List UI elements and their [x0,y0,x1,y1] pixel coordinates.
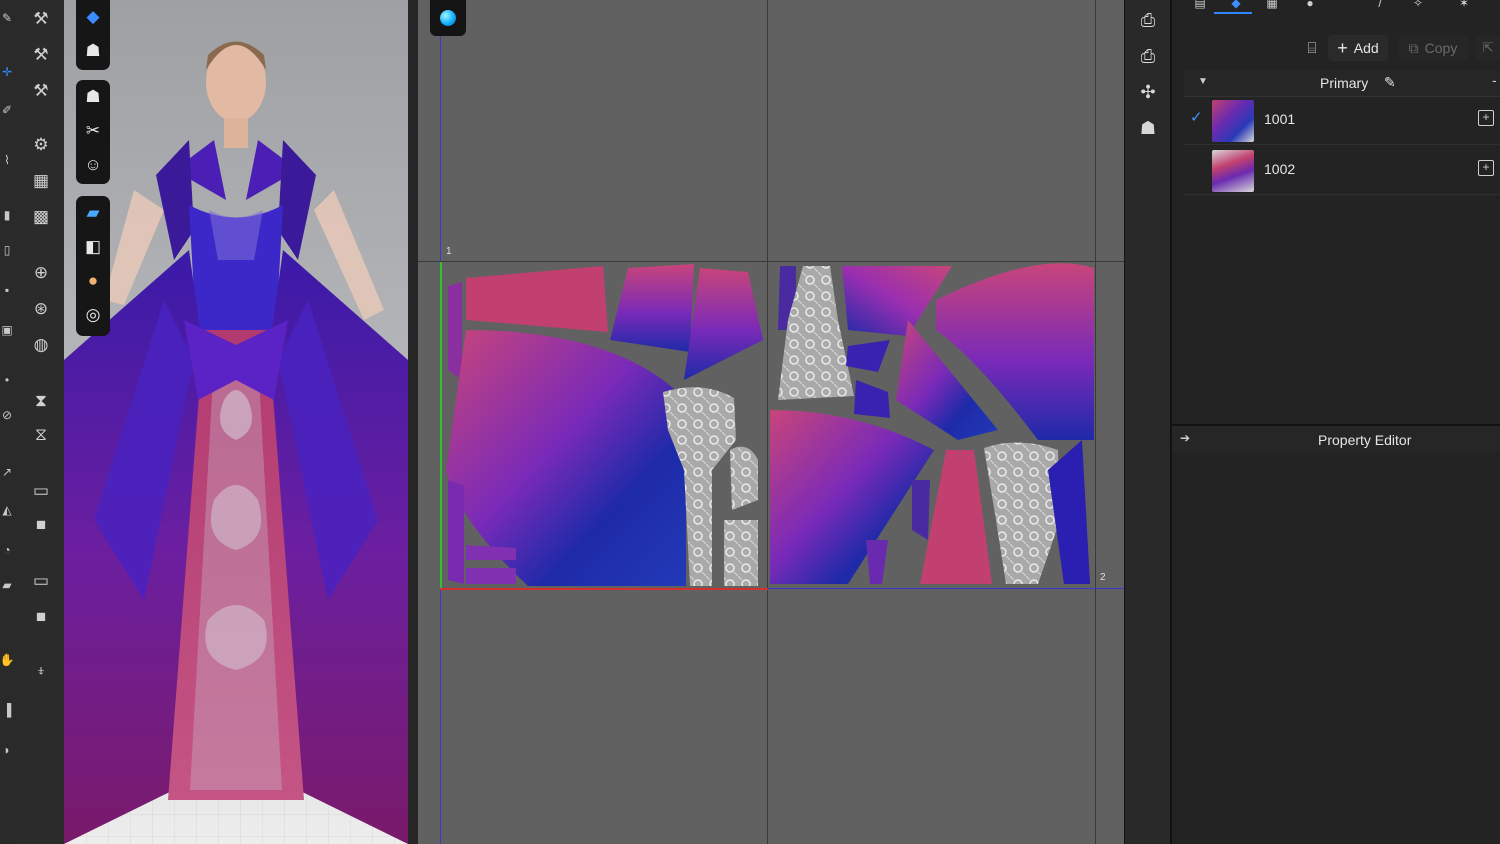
avatar-icon[interactable]: ☺ [76,148,110,182]
colorway-name: 1002 [1264,161,1296,177]
check-icon: ✓ [1190,109,1203,126]
collapse-icon[interactable]: - [1492,72,1497,88]
colorway-name: 1001 [1264,111,1296,127]
edit-icon[interactable]: ✎ [0,8,14,28]
shirt-icon[interactable]: ☗ [76,80,110,114]
shirt-gray-icon[interactable]: ☗ [76,34,110,68]
globe-icon[interactable]: ◎ [76,298,110,332]
copy-label: Copy [1424,40,1458,56]
colorway-thumbnail [1212,150,1254,192]
add-colorway-icon[interactable]: + [1478,110,1494,126]
fold-arrangement-icon[interactable]: ⚒ [26,76,56,106]
copy-icon: ⧉ [1408,39,1419,56]
active-tab-indicator [1214,12,1252,14]
scissors-icon[interactable]: ✂ [76,114,110,148]
pin-icon[interactable]: ▪ [0,280,14,300]
gather-icon[interactable]: ▦ [26,166,56,196]
add-label: Add [1353,40,1379,56]
cube-icon[interactable]: ◆ [76,0,110,34]
viewport-toolgroup-1: ◆ ☗ [76,0,110,70]
colorway-panel: ▤ ◆ ▦ ● / ✧ ✶ ⌸ + Add ⧉ Copy ⇱ ▼ Primary… [1170,0,1500,844]
buttonhole-icon[interactable]: ◍ [26,330,56,360]
camera-3d-icon[interactable]: ⎙ [1133,42,1163,70]
trim-icon[interactable]: ↗ [0,462,14,482]
viewport-toolgroup-3: ▰ ◧ ● ◎ [76,196,110,336]
add-button[interactable]: + Add [1328,35,1388,61]
knit-icon[interactable]: ▩ [26,202,56,232]
sewing-icon[interactable]: ⌇ [0,150,14,170]
puller-icon[interactable]: ⧖ [26,420,56,450]
right-tool-strip: ⎙ ⎙ ✣ ☗ [1124,0,1171,844]
colorway-row[interactable]: ✓ 1001 + [1184,96,1500,145]
add-colorway-icon[interactable]: + [1478,160,1494,176]
texture-icon[interactable]: ▰ [0,575,14,595]
panel-tabs: ▤ ◆ ▦ ● / ✧ ✶ [1184,0,1500,14]
property-editor-title: Property Editor [1318,432,1412,448]
button-icon[interactable]: ⊛ [26,294,56,324]
uv-pattern-pieces [446,263,1094,586]
panel-divider[interactable] [408,0,418,844]
arrange-icon[interactable]: ◗ [0,740,14,760]
3d-viewport[interactable] [64,0,408,844]
puckering-icon[interactable]: • [0,370,14,390]
left-tool-strip: ✎ ✛ ✐ ⌇ ▮ ▯ ▪ ▣ • ⊘ ↗ ◭ ◔ ▰ ✋ ▐ ◗ [0,0,18,844]
uv-pattern-window[interactable]: 1 1 2 [418,0,1124,844]
plus-icon: + [1337,38,1348,58]
tuck-icon[interactable]: ⚙ [26,130,56,160]
box-select-icon[interactable]: ▭ [26,476,56,506]
camera-ar-icon[interactable]: ⎙ [1133,6,1163,34]
colorway-group-header[interactable]: ▼ Primary ✎ - [1184,70,1500,97]
move-icon[interactable]: ✛ [0,62,14,82]
folder-add-icon[interactable]: ⌸ [1300,36,1324,60]
skin-icon[interactable]: ● [76,264,110,298]
sparkle-icon[interactable]: ✧ [1406,0,1430,10]
property-editor-header[interactable]: ➔ Property Editor [1172,426,1500,452]
collapse-caret-icon[interactable]: ▼ [1198,76,1208,87]
viewport-toolgroup-2: ☗ ✂ ☺ [76,80,110,184]
arrangement-point-icon[interactable]: ⊕ [26,258,56,288]
fold-pieces-icon[interactable]: ☗ [1133,114,1163,142]
avatar-garment-render [64,41,408,844]
colorway-thumbnail [1212,100,1254,142]
uv-solid-icon[interactable]: ■ [26,602,56,632]
uv-box-icon[interactable]: ▭ [26,566,56,596]
arrange-icon[interactable]: ▐ [0,700,14,720]
export-icon[interactable]: ⇱ [1476,35,1500,61]
sphere-icon[interactable] [430,0,466,36]
colorway-icon[interactable]: ▦ [1260,0,1284,10]
tack-icon[interactable]: ◭ [0,500,14,520]
group-name: Primary [1320,75,1369,91]
edit-icon[interactable]: ✎ [1384,74,1396,91]
surface-icon[interactable]: ◧ [76,230,110,264]
select-solid-icon[interactable]: ■ [26,510,56,540]
expand-arrow-icon[interactable]: ➔ [1180,431,1190,445]
lock-icon[interactable]: ⊘ [0,405,14,425]
tuck-icon[interactable]: ▮ [0,205,14,225]
colorway-row[interactable]: 1002 + [1184,146,1500,195]
brush-icon[interactable]: / [1368,0,1392,10]
object-icon[interactable]: ◆ [1224,0,1248,10]
zipper-icon[interactable]: ⧗ [26,386,56,416]
hand-icon[interactable]: ✋ [0,650,14,670]
library-icon[interactable]: ▤ [1188,0,1212,10]
fold-icon[interactable]: ⚒ [26,40,56,70]
simulate-icon[interactable]: ⚒ [26,4,56,34]
transform-icon[interactable]: ✣ [1133,78,1163,106]
copy-button[interactable]: ⧉ Copy [1398,35,1468,61]
button-icon[interactable]: ◔ [0,540,14,560]
pen-icon[interactable]: ✐ [0,100,14,120]
zip-icon[interactable]: ▣ [0,320,14,340]
sphere-tab-icon[interactable]: ● [1298,0,1322,10]
texture-icon[interactable]: ▰ [76,196,110,230]
star-icon[interactable]: ✶ [1452,0,1476,10]
fold-icon[interactable]: ▯ [0,240,14,260]
hand-pin-icon[interactable]: ⍖ [26,656,56,686]
